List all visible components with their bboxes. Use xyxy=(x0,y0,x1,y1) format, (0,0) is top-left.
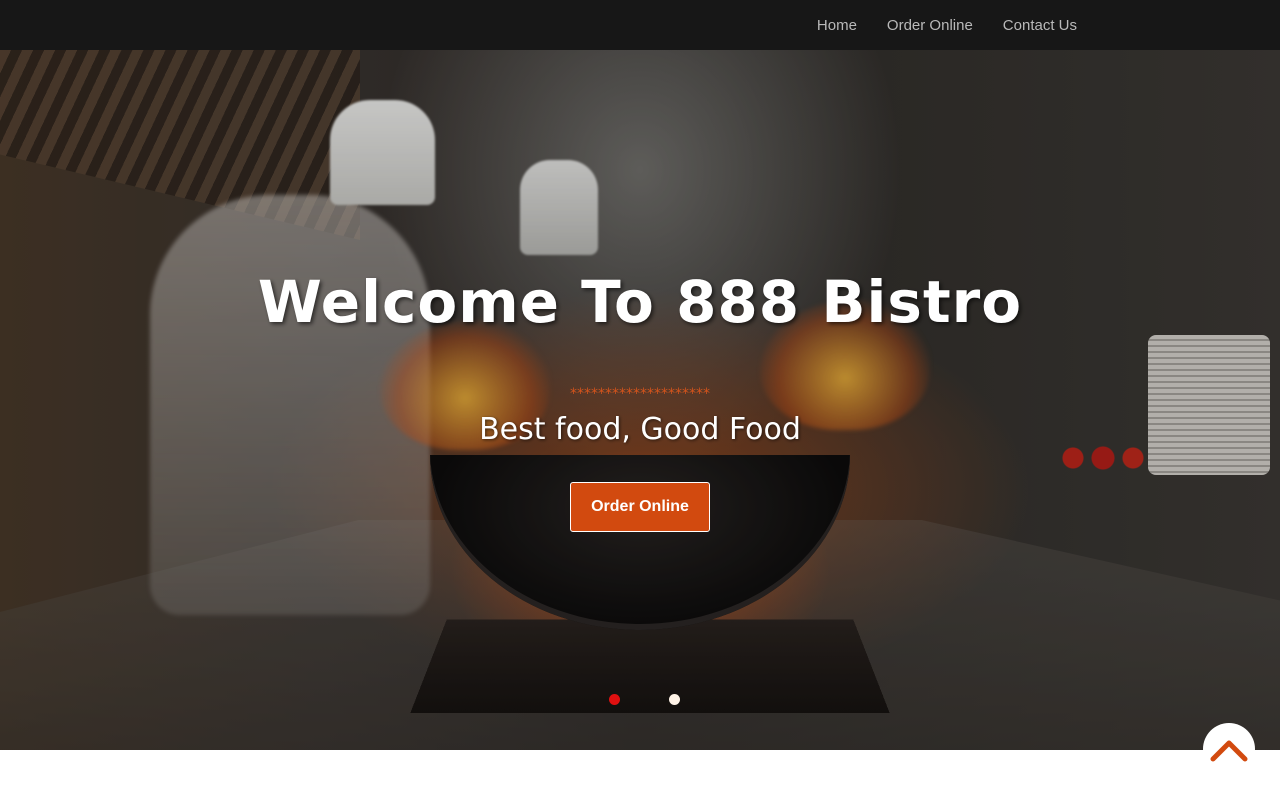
nav-link-home[interactable]: Home xyxy=(817,17,857,34)
hero-title: Welcome To 888 Bistro xyxy=(257,268,1023,336)
hero-subtitle: Best food, Good Food xyxy=(479,412,801,447)
order-online-button[interactable]: Order Online xyxy=(570,482,710,532)
nav-menu: Home Order Online Contact Us xyxy=(817,0,1077,50)
nav-link-contact-us[interactable]: Contact Us xyxy=(1003,17,1077,34)
hero-banner: Welcome To 888 Bistro ******************… xyxy=(0,50,1280,750)
slider-dot-1[interactable] xyxy=(609,694,620,705)
hero-divider-stars: ******************** xyxy=(570,386,710,402)
navbar: Home Order Online Contact Us xyxy=(0,0,1280,50)
slider-dot-2[interactable] xyxy=(669,694,680,705)
nav-link-order-online[interactable]: Order Online xyxy=(887,17,973,34)
scroll-to-top-button[interactable] xyxy=(1203,723,1255,775)
chevron-up-icon xyxy=(1210,740,1248,762)
